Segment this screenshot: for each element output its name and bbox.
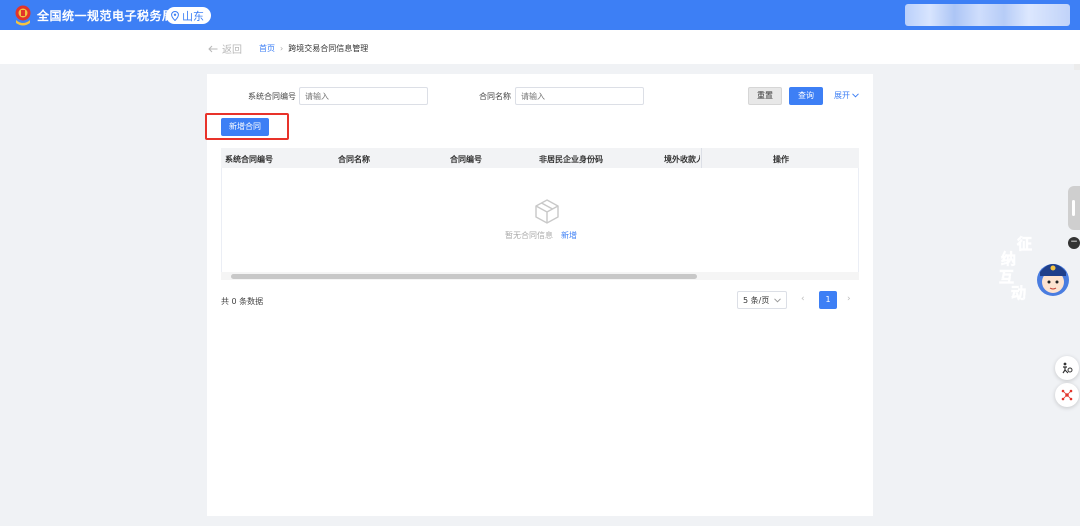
column-header: 非居民企业身份码 bbox=[539, 155, 603, 164]
minus-icon[interactable]: − bbox=[1068, 237, 1080, 249]
column-header: 系统合同编号 bbox=[225, 155, 273, 164]
total-count: 共 0 条数据 bbox=[221, 297, 264, 306]
contract-system-number-input[interactable] bbox=[299, 87, 428, 105]
tax-interaction-mascot[interactable]: 征 纳 互 动 bbox=[995, 232, 1070, 304]
column-header: 合同编号 bbox=[450, 155, 482, 164]
column-header: 合同名称 bbox=[338, 155, 370, 164]
accessibility-tool-button[interactable] bbox=[1055, 356, 1079, 380]
table-body: 暂无合同信息 新增 bbox=[221, 168, 859, 280]
reset-button[interactable]: 重置 bbox=[748, 87, 782, 105]
breadcrumb-separator: › bbox=[280, 44, 284, 53]
mascot-char: 征 bbox=[1017, 235, 1032, 253]
main-panel: 系统合同编号 合同名称 重置 查询 展开 新增合同 系统合同编号 合同名称 合同… bbox=[205, 74, 873, 516]
query-button[interactable]: 查询 bbox=[789, 87, 823, 105]
add-contract-button[interactable]: 新增合同 bbox=[221, 118, 269, 136]
page-size-value: 5 条/页 bbox=[743, 295, 770, 305]
breadcrumb-current: 跨境交易合同信息管理 bbox=[288, 44, 369, 53]
chevron-down-icon bbox=[774, 297, 781, 303]
scrollbar-thumb[interactable] bbox=[231, 274, 697, 279]
expand-toggle[interactable]: 展开 bbox=[834, 90, 859, 101]
network-icon bbox=[1061, 389, 1073, 401]
top-header: 全国统一规范电子税务局 山东 bbox=[0, 0, 1080, 30]
user-info-blurred[interactable] bbox=[905, 4, 1070, 26]
prev-page-button[interactable]: ‹ bbox=[801, 294, 805, 304]
mascot-char: 纳 bbox=[1001, 250, 1016, 268]
empty-add-link[interactable]: 新增 bbox=[561, 230, 577, 241]
horizontal-scrollbar[interactable] bbox=[221, 272, 859, 280]
column-header: 操作 bbox=[773, 155, 789, 164]
tax-emblem-logo bbox=[15, 5, 31, 26]
table-header: 系统合同编号 合同名称 合同编号 非居民企业身份码 境外收款人 操作 bbox=[221, 148, 859, 168]
contract-name-input[interactable] bbox=[515, 87, 644, 105]
chevron-down-icon bbox=[852, 93, 859, 98]
location-pin-icon bbox=[171, 10, 179, 21]
expand-label: 展开 bbox=[834, 91, 850, 100]
breadcrumb: 首页 › 跨境交易合同信息管理 bbox=[259, 43, 368, 54]
contract-name-label: 合同名称 bbox=[479, 92, 511, 101]
next-page-button[interactable]: › bbox=[847, 294, 851, 304]
back-button[interactable]: 返回 bbox=[208, 41, 242, 56]
region-selector[interactable]: 山东 bbox=[166, 7, 211, 24]
breadcrumb-bar: 返回 首页 › 跨境交易合同信息管理 bbox=[0, 30, 1080, 64]
back-label: 返回 bbox=[222, 45, 242, 56]
page-size-select[interactable]: 5 条/页 bbox=[737, 291, 787, 309]
contract-system-number-label: 系统合同编号 bbox=[248, 92, 296, 101]
breadcrumb-home[interactable]: 首页 bbox=[259, 43, 275, 54]
handle-grip bbox=[1072, 200, 1075, 216]
empty-message: 暂无合同信息 bbox=[505, 231, 553, 240]
network-tool-button[interactable] bbox=[1055, 383, 1079, 407]
accessibility-icon bbox=[1062, 362, 1073, 374]
app-title: 全国统一规范电子税务局 bbox=[37, 9, 175, 23]
empty-box-icon bbox=[535, 199, 559, 224]
region-label: 山东 bbox=[182, 9, 204, 23]
side-drawer-handle[interactable] bbox=[1068, 186, 1080, 230]
page-number-current[interactable]: 1 bbox=[819, 291, 837, 309]
mascot-char: 动 bbox=[1011, 284, 1026, 302]
column-divider[interactable] bbox=[701, 148, 702, 168]
column-header: 境外收款人 bbox=[664, 155, 700, 164]
arrow-left-icon bbox=[208, 45, 218, 52]
